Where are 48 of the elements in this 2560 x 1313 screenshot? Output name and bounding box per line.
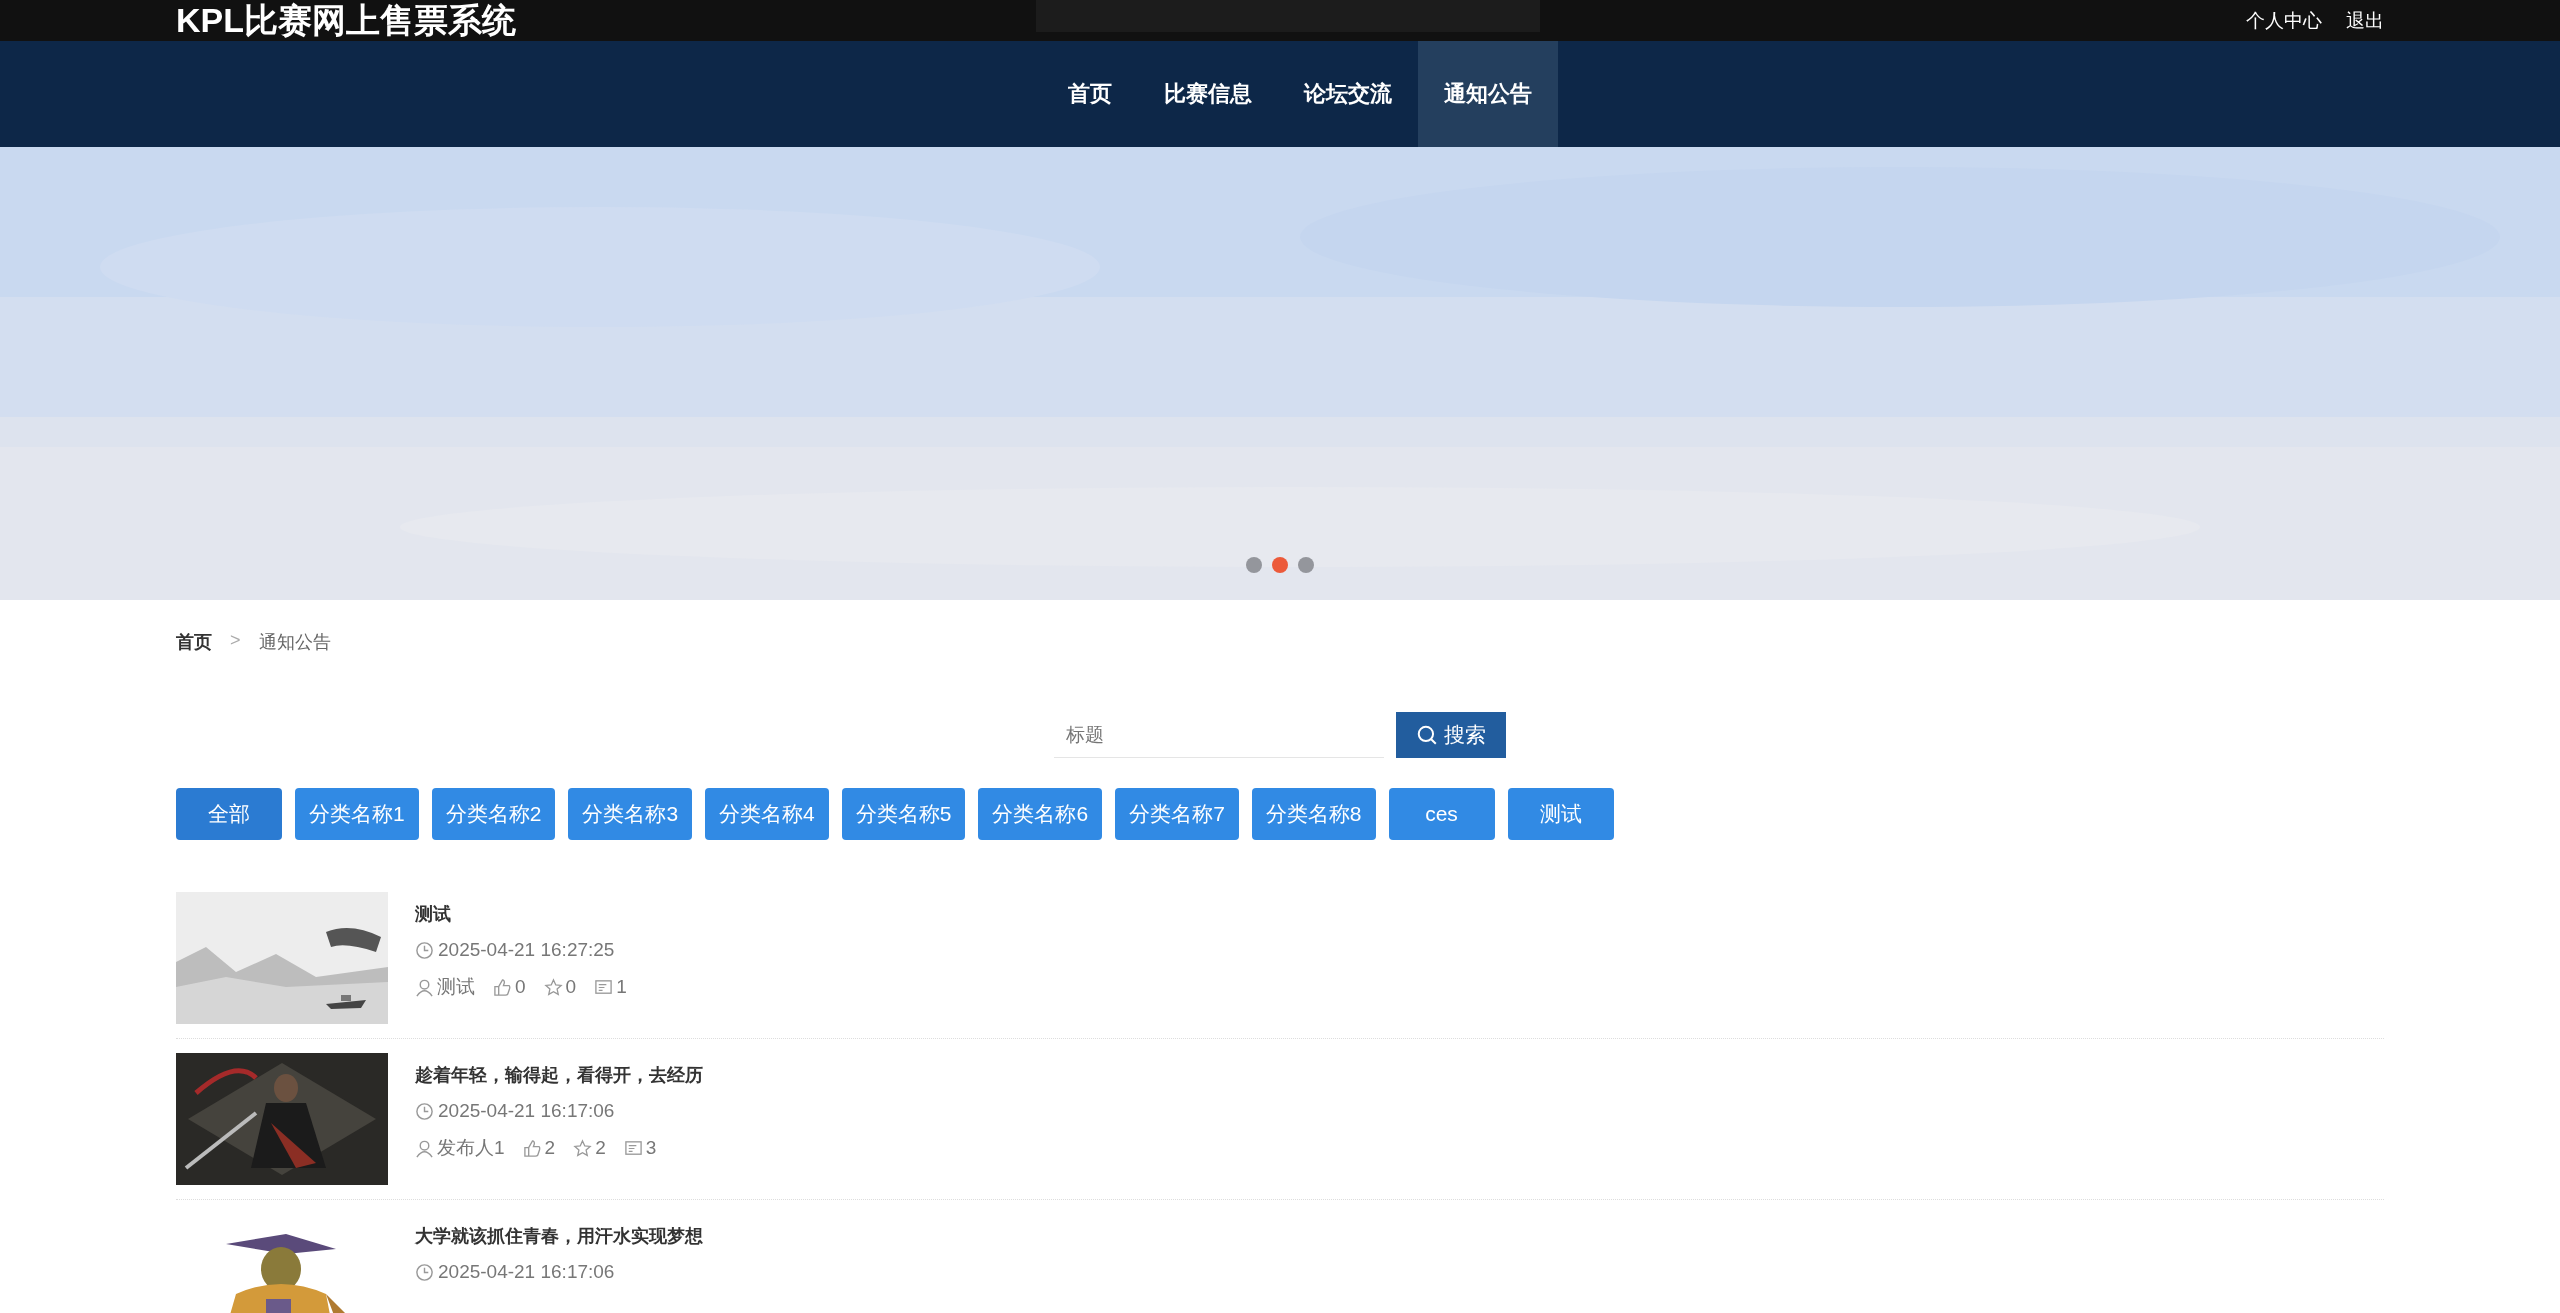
search-button[interactable]: 搜索: [1396, 712, 1506, 758]
category-button[interactable]: ces: [1388, 788, 1495, 840]
thumbs-up-icon: [493, 977, 512, 997]
nav-tab[interactable]: 通知公告: [1418, 41, 1558, 147]
publish-time: 2025-04-21 16:27:25: [438, 939, 615, 961]
category-button[interactable]: 分类名称3: [568, 788, 693, 840]
publish-time: 2025-04-21 16:17:06: [438, 1100, 615, 1122]
star-count: 0: [565, 976, 577, 998]
thumbs-up-count: 2: [544, 1137, 556, 1159]
category-button[interactable]: 分类名称8: [1251, 788, 1376, 840]
breadcrumb-separator: >: [230, 630, 241, 652]
breadcrumb-current: 通知公告: [258, 631, 331, 654]
thumbs-up-icon: [522, 1138, 542, 1158]
site-logo: KPL比赛网上售票系统: [176, 0, 516, 41]
publish-time: 2025-04-21 16:17:06: [438, 1261, 615, 1283]
category-button[interactable]: 分类名称4: [705, 788, 829, 840]
category-button[interactable]: 分类名称2: [431, 788, 556, 840]
header-link[interactable]: 退出: [2346, 7, 2384, 34]
category-button[interactable]: 分类名称7: [1115, 788, 1239, 840]
category-button[interactable]: 分类名称6: [978, 788, 1103, 840]
author-name: 发布人1: [437, 1136, 505, 1160]
user-icon: [415, 1138, 434, 1158]
author-name: 测试: [437, 975, 475, 999]
star-icon: [543, 977, 563, 997]
header-link[interactable]: 个人中心: [2246, 7, 2322, 34]
category-button[interactable]: 分类名称5: [841, 788, 966, 840]
comment-count: 1: [616, 976, 627, 998]
clock-icon: [415, 1262, 434, 1282]
nav-tab[interactable]: 首页: [1042, 41, 1138, 147]
star-icon: [573, 1138, 593, 1158]
comment-count: 3: [645, 1137, 657, 1159]
breadcrumb-link[interactable]: 首页: [176, 630, 212, 654]
clock-icon: [415, 1101, 434, 1121]
clock-icon: [415, 940, 434, 960]
nav-tab[interactable]: 论坛交流: [1278, 41, 1418, 147]
article-title[interactable]: 趁着年轻，输得起，看得开，去经历: [415, 1063, 703, 1087]
category-button[interactable]: 分类名称1: [295, 788, 419, 840]
thumbs-up-count: 0: [515, 976, 526, 998]
category-button[interactable]: 测试: [1507, 788, 1614, 840]
search-icon: [1416, 724, 1438, 746]
user-icon: [415, 977, 434, 997]
star-count: 2: [595, 1137, 606, 1159]
comment-icon: [623, 1138, 643, 1158]
comment-icon: [594, 977, 614, 997]
category-button[interactable]: 全部: [176, 788, 282, 840]
article-title[interactable]: 大学就该抓住青春，用汗水实现梦想: [415, 1224, 703, 1248]
article-title[interactable]: 测试: [415, 902, 641, 926]
nav-tab[interactable]: 比赛信息: [1138, 41, 1278, 147]
